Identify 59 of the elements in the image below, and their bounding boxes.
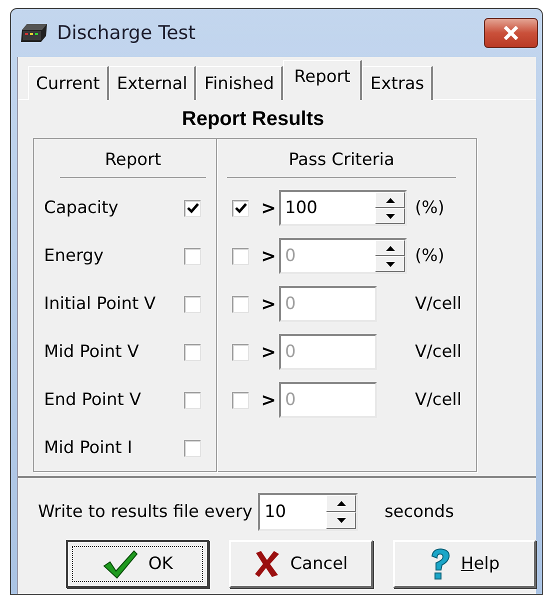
spin-down-button[interactable] (375, 208, 405, 224)
up-arrow-icon (386, 198, 394, 202)
column-header: Pass Criteria (227, 143, 456, 178)
close-icon (503, 26, 519, 40)
tab[interactable]: Finished (196, 66, 284, 100)
checkbox[interactable] (184, 344, 201, 360)
cross-icon (254, 550, 280, 578)
input-field[interactable]: 100 (281, 192, 375, 224)
close-button[interactable] (484, 18, 538, 48)
window-title: Discharge Test (57, 22, 196, 44)
down-arrow-icon (386, 214, 394, 218)
up-arrow-icon (386, 246, 394, 250)
unit-label: (%) (415, 246, 444, 266)
down-arrow-icon (386, 262, 394, 266)
unit-label: V/cell (415, 390, 462, 410)
checkbox[interactable] (184, 248, 201, 264)
report-label: Mid Point I (44, 438, 134, 458)
check-icon (102, 549, 138, 579)
spin-box[interactable]: 100 (279, 190, 407, 226)
help-button[interactable]: Help (392, 540, 536, 588)
battery-tester-icon (19, 22, 49, 44)
spin-up-button[interactable] (375, 192, 405, 208)
spin-box[interactable]: 10 (258, 493, 358, 531)
down-arrow-icon (336, 518, 346, 523)
question-mark-icon (428, 548, 451, 580)
checkbox[interactable] (184, 392, 201, 408)
up-arrow-icon (336, 501, 346, 506)
spin-up-button[interactable] (326, 495, 356, 512)
tab[interactable]: Extras (362, 66, 434, 100)
greater-than-sign: > (261, 246, 275, 266)
spin-down-button[interactable] (326, 512, 356, 529)
interval-label: Write to results file every (38, 502, 252, 522)
greater-than-sign: > (261, 198, 275, 218)
checkbox[interactable] (184, 200, 201, 216)
checkbox[interactable] (184, 296, 201, 312)
report-label: Energy (44, 246, 105, 266)
checkbox[interactable] (184, 440, 201, 456)
greater-than-sign: > (261, 342, 275, 362)
ok-button[interactable]: OK (66, 540, 210, 588)
tab[interactable]: Report (283, 60, 362, 100)
report-label: Capacity (44, 198, 120, 218)
report-label: Mid Point V (44, 342, 140, 362)
tab[interactable]: Current (28, 66, 109, 100)
report-label: Initial Point V (44, 294, 157, 314)
column-header: Report (60, 143, 206, 178)
group-title: Report Results (180, 107, 326, 132)
spin-down-button[interactable] (375, 256, 405, 272)
checkbox[interactable] (232, 200, 249, 216)
unit-label: seconds (384, 502, 454, 522)
greater-than-sign: > (261, 390, 275, 410)
input-field[interactable]: 10 (260, 495, 326, 529)
tab[interactable]: External (108, 66, 196, 100)
greater-than-sign: > (261, 294, 275, 314)
unit-label: V/cell (415, 342, 462, 362)
cancel-button[interactable]: Cancel (229, 540, 373, 588)
report-label: End Point V (44, 390, 142, 410)
unit-label: V/cell (415, 294, 462, 314)
unit-label: (%) (415, 198, 444, 218)
spin-up-button[interactable] (375, 240, 405, 256)
